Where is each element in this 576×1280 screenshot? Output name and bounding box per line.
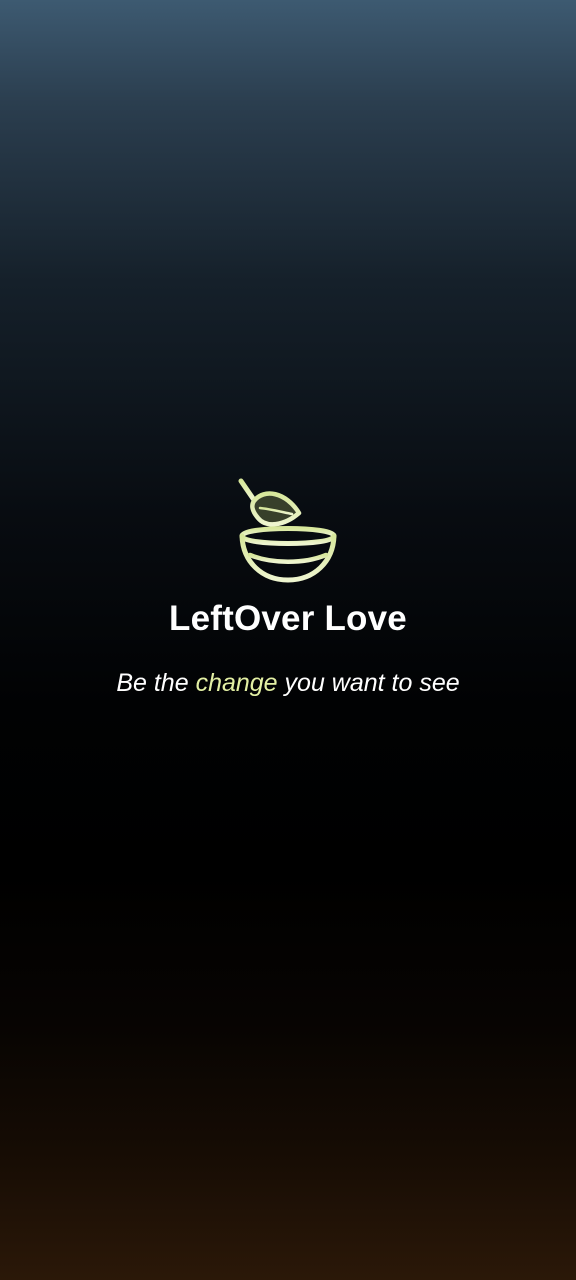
- leaf-bowl-icon: [236, 476, 340, 586]
- tagline: Be the change you want to see: [0, 666, 576, 700]
- app-title: LeftOver Love: [169, 599, 407, 638]
- splash-screen: LeftOver Love Be the change you want to …: [0, 0, 576, 1280]
- tagline-highlight: change: [195, 669, 278, 697]
- tagline-end: you want to see: [277, 669, 460, 697]
- tagline-start: Be the: [116, 669, 196, 697]
